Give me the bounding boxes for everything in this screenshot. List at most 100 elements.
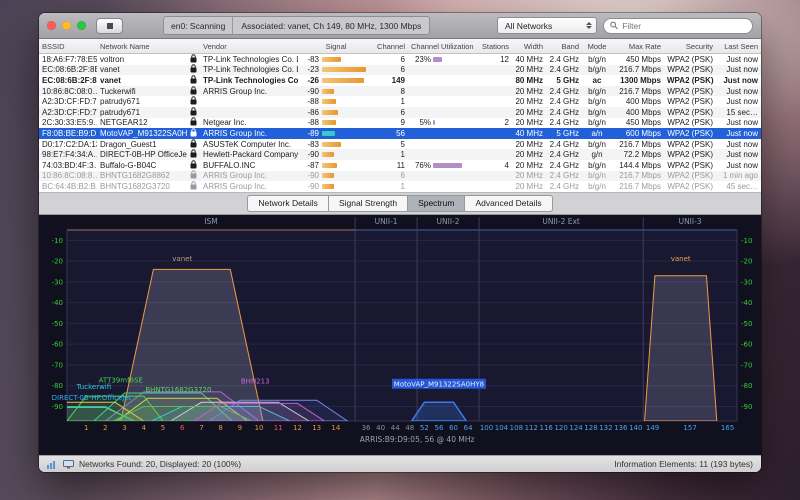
table-cell: 74:03:BD:4F:3…: [39, 161, 97, 170]
table-row[interactable]: EC:08:6B:2F:8B:…vanetTP-Link Technologie…: [39, 75, 761, 86]
column-header[interactable]: Stations: [476, 42, 512, 51]
table-cell: 1: [374, 150, 408, 159]
tab-spectrum[interactable]: Spectrum: [408, 195, 465, 212]
column-header[interactable]: Signal: [298, 42, 374, 51]
table-cell: TP-Link Technologies Co. L…: [200, 76, 298, 85]
column-header[interactable]: Security: [664, 42, 716, 51]
channel-tick: 165: [721, 424, 734, 432]
table-cell: 6: [374, 65, 408, 74]
channel-tick: 108: [510, 424, 523, 432]
table-cell: 400 Mbps: [612, 108, 664, 117]
minimize-button[interactable]: [62, 21, 71, 30]
networks-filter-dropdown[interactable]: All Networks: [497, 17, 597, 34]
table-row[interactable]: EC:08:6B:2F:8B:…vanetTP-Link Technologie…: [39, 65, 761, 76]
spectrum-label: BHN213: [241, 378, 270, 386]
table-row[interactable]: 10:86:8C:08:8…BHNTG1682G8862ARRIS Group …: [39, 171, 761, 182]
y-axis-label: -90: [52, 403, 63, 411]
lock-icon: [187, 75, 200, 86]
y-axis-label: -70: [52, 361, 63, 369]
table-cell: 4: [476, 161, 512, 170]
column-header[interactable]: Mode: [582, 42, 612, 51]
table-cell: 2.4 GHz: [546, 118, 582, 127]
table-cell: 2.4 GHz: [546, 161, 582, 170]
channel-tick: 6: [180, 424, 185, 432]
column-header[interactable]: Network Name: [97, 42, 187, 51]
spectrum-svg: -10-10-20-20-30-30-40-40-50-50-60-60-70-…: [43, 215, 757, 455]
utilization-cell: 5%: [408, 118, 476, 127]
table-cell: 5 GHz: [546, 76, 582, 85]
channel-tick: 64: [464, 424, 473, 432]
table-row[interactable]: 10:86:8C:08:0…TuckerwifiARRIS Group Inc.…: [39, 86, 761, 97]
column-header[interactable]: Channel: [374, 42, 408, 51]
channel-tick: 136: [614, 424, 628, 432]
channel-tick: 112: [525, 424, 538, 432]
y-axis-label: -30: [741, 278, 752, 286]
lock-icon: [187, 107, 200, 118]
tab-advanced-details[interactable]: Advanced Details: [465, 195, 552, 212]
table-cell: WPA2 (PSK): [664, 182, 716, 191]
table-cell: 2C:30:33:E5:9…: [39, 118, 97, 127]
scan-status-display: en0: Scanning Associated: vanet, Ch 149,…: [163, 16, 430, 35]
table-cell: ARRIS Group Inc.: [200, 129, 298, 138]
table-cell: A2:3D:CF:FD:7…: [39, 108, 97, 117]
column-header[interactable]: Band: [546, 42, 582, 51]
table-cell: BC:64:4B:B2:B…: [39, 182, 97, 191]
spectrum-label: DIRECT-0B-HP.OfficeJet: [52, 394, 132, 402]
column-header[interactable]: Channel Utilization: [408, 42, 476, 51]
table-row[interactable]: F8:0B:BE:B9:D…MotoVAP_M91322SA0HY8 ARRIS …: [39, 128, 761, 139]
table-cell: b/g/n: [582, 108, 612, 117]
signal-cell: -23: [298, 65, 374, 74]
spectrum-network-vanet[interactable]: [645, 276, 717, 421]
table-row[interactable]: 18:A6:F7:78:E5:…voltronTP-Link Technolog…: [39, 54, 761, 65]
table-cell: Just now: [716, 55, 761, 64]
table-row[interactable]: 98:E7:F4:34:A…DIRECT-0B-HP OfficeJet…Hew…: [39, 149, 761, 160]
table-cell: A2:3D:CF:FD:7…: [39, 97, 97, 106]
table-row[interactable]: 74:03:BD:4F:3…Buffalo-G-B04CBUFFALO.INC-…: [39, 160, 761, 171]
column-header[interactable]: Width: [512, 42, 546, 51]
y-axis-label: -40: [52, 299, 63, 307]
filter-field[interactable]: [603, 18, 753, 34]
spectrum-label: BHNTG1682G3720: [145, 386, 211, 394]
signal-meter-icon[interactable]: [47, 460, 58, 469]
stop-scan-button[interactable]: [96, 18, 123, 34]
column-header[interactable]: Vendor: [200, 42, 298, 51]
tab-network-details[interactable]: Network Details: [247, 195, 329, 212]
y-axis-label: -50: [741, 320, 752, 328]
table-cell: 2.4 GHz: [546, 55, 582, 64]
search-icon: [610, 21, 618, 30]
table-row[interactable]: A2:3D:CF:FD:7…patrudy671-88120 MHz2.4 GH…: [39, 96, 761, 107]
display-toggle-icon[interactable]: [63, 460, 74, 469]
table-cell: 6: [374, 55, 408, 64]
table-cell: NETGEAR12: [97, 118, 187, 127]
table-cell: Just now: [716, 118, 761, 127]
table-cell: 216.7 Mbps: [612, 182, 664, 191]
table-row[interactable]: 2C:30:33:E5:9…NETGEAR12Netgear Inc.-8895…: [39, 118, 761, 129]
zoom-button[interactable]: [77, 21, 86, 30]
lock-icon: [187, 86, 200, 97]
table-cell: ARRIS Group Inc.: [200, 87, 298, 96]
table-cell: 45 sec…: [716, 182, 761, 191]
channel-tick: 104: [495, 424, 509, 432]
table-header: BSSIDNetwork Name VendorSignalChannelChan…: [39, 39, 761, 54]
filter-input[interactable]: [622, 21, 746, 31]
table-cell: 149: [374, 76, 408, 85]
table-cell: MotoVAP_M91322SA0HY8: [97, 129, 187, 138]
selected-bssid-caption: ARRIS:B9:D9:05, 56 @ 40 MHz: [360, 435, 475, 444]
table-cell: ac: [582, 76, 612, 85]
column-header[interactable]: Last Seen: [716, 42, 761, 51]
channel-tick: 120: [554, 424, 567, 432]
table-row[interactable]: BC:64:4B:B2:B…BHNTG1682G3720ARRIS Group …: [39, 181, 761, 192]
table-row[interactable]: A2:3D:CF:FD:7…patrudy671-86620 MHz2.4 GH…: [39, 107, 761, 118]
lock-icon: [187, 139, 200, 150]
table-row[interactable]: D0:17:C2:DA:13…Dragon_Guest1ASUSTeK Comp…: [39, 139, 761, 150]
table-cell: F8:0B:BE:B9:D…: [39, 129, 97, 138]
column-header[interactable]: BSSID: [39, 42, 97, 51]
column-header[interactable]: Max Rate: [612, 42, 664, 51]
table-cell: 20 MHz: [512, 171, 546, 180]
close-button[interactable]: [47, 21, 56, 30]
tab-signal-strength[interactable]: Signal Strength: [329, 195, 408, 212]
table-cell: Just now: [716, 65, 761, 74]
table-cell: 2.4 GHz: [546, 87, 582, 96]
spectrum-label: MotoVAP_M91322SA0HY8: [394, 381, 484, 389]
view-tabs: Network DetailsSignal StrengthSpectrumAd…: [39, 192, 761, 215]
